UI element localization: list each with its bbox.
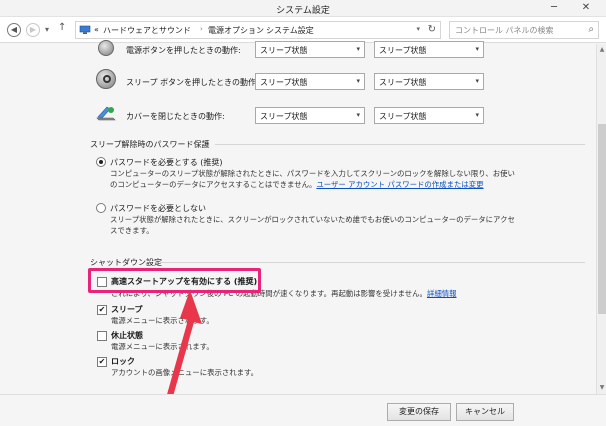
power-button-plugged-select[interactable]: スリープ状態 ▾	[374, 41, 484, 58]
lock-label[interactable]: ロック	[111, 356, 135, 367]
breadcrumb-hardware-sound[interactable]: ハードウェアとサウンド	[103, 25, 191, 36]
select-value: スリープ状態	[379, 78, 427, 87]
footer-bar: 変更の保存 キャンセル	[0, 394, 606, 426]
lid-close-plugged-select[interactable]: スリープ状態 ▾	[374, 107, 484, 124]
lid-close-battery-select[interactable]: スリープ状態 ▾	[255, 107, 365, 124]
require-password-desc-1: コンピューターのスリープ状態が解除されたときに、パスワードを入力してスクリーンの…	[110, 169, 515, 178]
scroll-down-icon[interactable]: ▼	[597, 384, 606, 391]
scrollbar-thumb[interactable]	[598, 124, 606, 314]
back-button[interactable]: ◀	[7, 23, 21, 37]
vertical-scrollbar[interactable]: ▲ ▼	[596, 44, 606, 394]
navigation-bar: ◀ ▶ ▾ ↑ « ハードウェアとサウンド › 電源オプション › システム設定…	[0, 17, 606, 43]
more-info-link[interactable]: 詳細情報	[427, 289, 457, 298]
password-section-title: スリープ解除時のパスワード保護	[90, 140, 210, 149]
power-button-battery-select[interactable]: スリープ状態 ▾	[255, 41, 365, 58]
require-password-desc-text: のコンピューターのデータにアクセスすることはできません。	[110, 180, 317, 189]
select-value: スリープ状態	[379, 112, 427, 121]
recent-pages-dropdown[interactable]: ▾	[45, 25, 49, 34]
chevron-down-icon: ▾	[356, 77, 360, 85]
sleep-button-battery-select[interactable]: スリープ状態 ▾	[255, 73, 365, 90]
search-icon[interactable]: ⌕	[588, 24, 594, 35]
chevron-down-icon: ▾	[475, 45, 479, 53]
save-changes-button[interactable]: 変更の保存	[387, 403, 451, 421]
hibernate-label[interactable]: 休止状態	[111, 330, 143, 341]
chevron-down-icon: ▾	[356, 111, 360, 119]
address-bar[interactable]: « ハードウェアとサウンド › 電源オプション › システム設定 ▾ ↻	[75, 21, 441, 39]
chevron-down-icon: ▾	[475, 77, 479, 85]
refresh-icon[interactable]: ↻	[428, 24, 436, 35]
sleep-button-plugged-select[interactable]: スリープ状態 ▾	[374, 73, 484, 90]
no-password-radio[interactable]	[96, 203, 106, 213]
shutdown-section-title: シャットダウン設定	[90, 258, 162, 267]
up-button[interactable]: ↑	[58, 22, 66, 33]
sleep-label[interactable]: スリープ	[111, 304, 143, 315]
select-value: スリープ状態	[260, 46, 308, 55]
section-divider	[215, 144, 585, 145]
power-button-icon	[98, 40, 114, 56]
scroll-up-icon[interactable]: ▲	[597, 46, 606, 53]
window-title: システム設定	[276, 6, 330, 16]
select-value: スリープ状態	[260, 78, 308, 87]
lock-checkbox[interactable]: ✔	[97, 357, 107, 367]
address-dropdown-icon[interactable]: ▾	[416, 25, 420, 33]
no-password-label[interactable]: パスワードを必要としない	[110, 203, 206, 214]
chevron-down-icon: ▾	[475, 111, 479, 119]
breadcrumb-lead[interactable]: «	[94, 25, 99, 34]
lid-close-label: カバーを閉じたときの動作:	[126, 112, 225, 121]
annotation-arrow	[166, 290, 202, 400]
power-button-label: 電源ボタンを押したときの動作:	[126, 46, 241, 55]
select-value: スリープ状態	[379, 46, 427, 55]
sleep-button-label: スリープ ボタンを押したときの動作:	[126, 78, 259, 87]
require-password-label[interactable]: パスワードを必要とする (推奨)	[110, 157, 223, 168]
cancel-button[interactable]: キャンセル	[456, 403, 514, 421]
breadcrumb-power-options[interactable]: 電源オプション	[208, 25, 264, 36]
search-box[interactable]: コントロール パネルの検索 ⌕	[449, 21, 599, 39]
no-password-desc-1: スリープ状態が解除されたときに、スクリーンがロックされていないため誰でもお使いの…	[110, 215, 515, 224]
require-password-radio[interactable]	[96, 157, 106, 167]
breadcrumb-system-settings[interactable]: システム設定	[266, 25, 314, 36]
chevron-down-icon: ▾	[356, 45, 360, 53]
sleep-checkbox[interactable]: ✔	[97, 305, 107, 315]
section-divider	[160, 262, 585, 263]
select-value: スリープ状態	[260, 112, 308, 121]
create-password-link[interactable]: ユーザー アカウント パスワードの作成または変更	[316, 180, 483, 189]
require-password-desc-2: のコンピューターのデータにアクセスすることはできません。ユーザー アカウント パ…	[110, 179, 484, 190]
hibernate-checkbox[interactable]	[97, 331, 107, 341]
breadcrumb-separator[interactable]: ›	[258, 25, 261, 33]
control-panel-icon	[79, 25, 91, 34]
lid-icon	[96, 106, 116, 121]
minimize-button[interactable]: ─	[544, 0, 564, 17]
sleep-button-icon	[96, 69, 116, 89]
forward-button[interactable]: ▶	[26, 23, 40, 37]
breadcrumb-separator[interactable]: ›	[200, 25, 203, 33]
close-button[interactable]: ✕	[576, 0, 596, 17]
search-placeholder[interactable]: コントロール パネルの検索	[455, 25, 554, 36]
no-password-desc-2: スできます。	[110, 226, 154, 235]
title-bar: システム設定 ─ ✕	[0, 0, 606, 17]
